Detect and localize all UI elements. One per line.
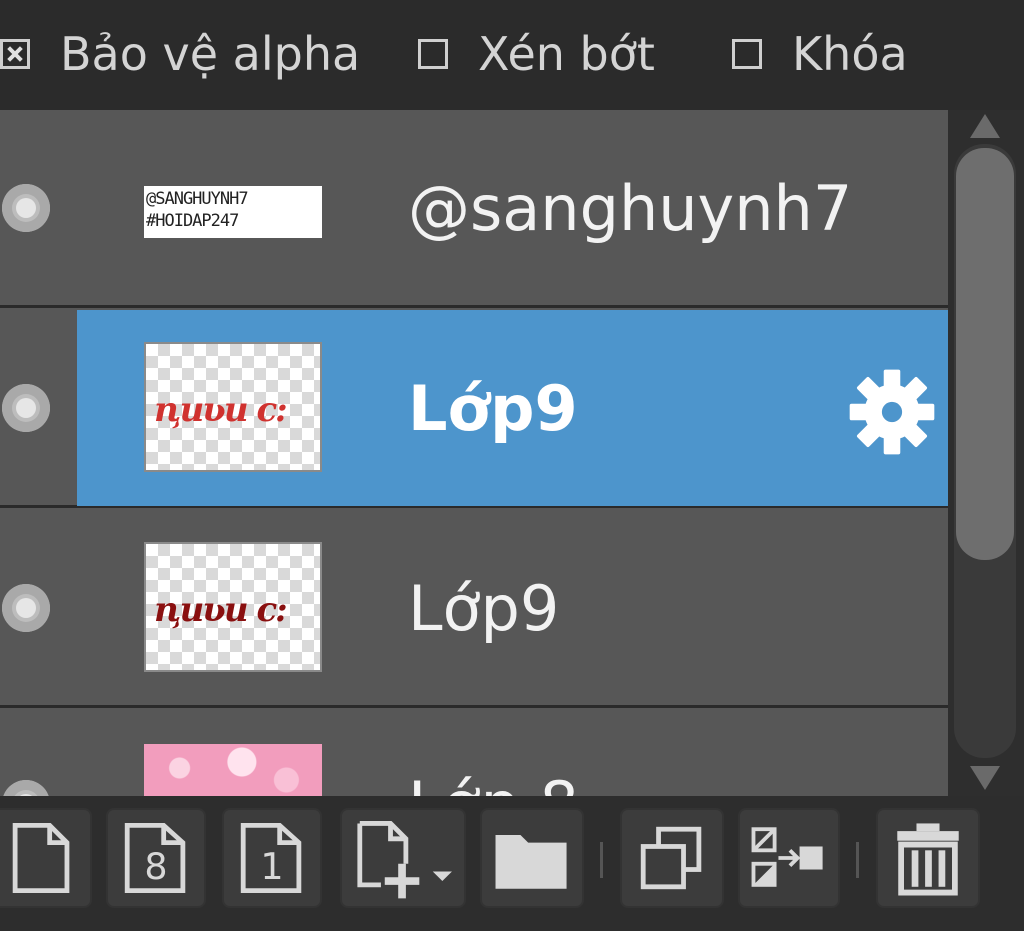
duplicate-layer-icon [640, 826, 702, 890]
clip-checkbox-icon[interactable] [418, 39, 448, 69]
gear-icon[interactable] [846, 366, 938, 458]
layer-name: @sanghuynh7 [408, 172, 853, 245]
add-layer-dropdown-icon [357, 821, 452, 899]
visibility-icon[interactable] [2, 584, 50, 632]
layer-thumbnail: ꞑuʋu c: [144, 342, 322, 472]
layer-row[interactable]: @SANGHUYNH7 #HOIDAP247 @sanghuynh7 [0, 110, 948, 308]
alpha-protect-label: Bảo vệ alpha [60, 27, 361, 81]
visibility-icon[interactable] [2, 184, 50, 232]
thumbnail-scribble: ꞑuʋu c: [154, 390, 288, 430]
toolbar-divider [856, 842, 859, 878]
layer-name: Lớp9 [408, 372, 578, 445]
thumbnail-text: @SANGHUYNH7 #HOIDAP247 [146, 189, 249, 231]
new-layer-button[interactable] [0, 808, 92, 908]
new-8bit-layer-button[interactable]: 8 [106, 808, 206, 908]
layer-list: @SANGHUYNH7 #HOIDAP247 @sanghuynh7 ꞑuʋu … [0, 110, 948, 796]
layer-thumbnail: ꞑuʋu c: [144, 542, 322, 672]
layer-row-selected[interactable]: ꞑuʋu c: Lớp9 [0, 310, 948, 508]
layer-list-scrollbar[interactable] [948, 110, 1024, 796]
layer-row[interactable]: Lớp 8 [0, 710, 948, 796]
layer-options-bar: Bảo vệ alpha Xén bớt Khóa [0, 0, 1024, 110]
alpha-protect-option[interactable]: Bảo vệ alpha [0, 24, 360, 84]
new-1bit-layer-icon: 1 [240, 822, 302, 894]
alpha-protect-checkbox-icon[interactable] [0, 39, 30, 69]
clip-label: Xén bớt [478, 27, 655, 81]
visibility-icon[interactable] [2, 384, 50, 432]
layer-thumbnail: @SANGHUYNH7 #HOIDAP247 [144, 186, 322, 238]
new-layer-icon [12, 822, 70, 894]
add-layer-dropdown-button[interactable] [340, 808, 466, 908]
lock-checkbox-icon[interactable] [732, 39, 762, 69]
duplicate-layer-button[interactable] [620, 808, 724, 908]
new-folder-button[interactable] [480, 808, 584, 908]
clip-option[interactable]: Xén bớt [418, 24, 655, 84]
trash-icon [897, 823, 959, 896]
lock-label: Khóa [792, 27, 908, 81]
svg-text:8: 8 [144, 845, 167, 888]
scroll-down-icon[interactable] [970, 766, 1000, 790]
delete-layer-button[interactable] [876, 808, 980, 908]
scroll-thumb[interactable] [956, 148, 1014, 560]
layer-name: Lớp9 [408, 572, 560, 645]
merge-down-icon [751, 827, 823, 887]
scroll-up-icon[interactable] [970, 114, 1000, 138]
lock-option[interactable]: Khóa [732, 24, 908, 84]
new-8bit-layer-icon: 8 [124, 822, 186, 894]
layer-toolbar: 8 1 [0, 796, 1024, 931]
folder-icon [495, 834, 567, 889]
toolbar-divider [600, 842, 603, 878]
merge-down-button[interactable] [738, 808, 840, 908]
new-1bit-layer-button[interactable]: 1 [222, 808, 322, 908]
layer-thumbnail [144, 744, 322, 796]
svg-text:1: 1 [260, 845, 283, 888]
thumbnail-scribble: ꞑuʋu c: [154, 590, 288, 630]
layer-panel: Bảo vệ alpha Xén bớt Khóa @SANGHUYNH7 #H… [0, 0, 1024, 931]
visibility-icon[interactable] [2, 780, 50, 796]
layer-name: Lớp 8 [408, 770, 579, 797]
layer-row[interactable]: ꞑuʋu c: Lớp9 [0, 510, 948, 708]
